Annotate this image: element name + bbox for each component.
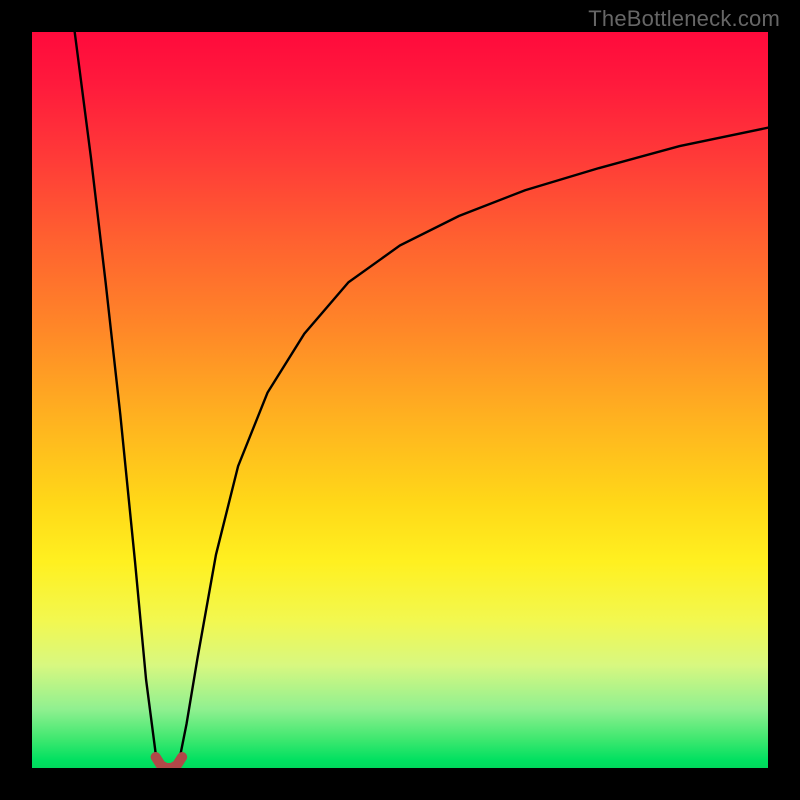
watermark-text: TheBottleneck.com <box>588 6 780 32</box>
chart-frame: TheBottleneck.com <box>0 0 800 800</box>
curve-layer <box>32 32 768 768</box>
series-left-steep <box>75 32 160 768</box>
series-right-asymptote <box>178 128 768 768</box>
valley-marker <box>156 757 182 768</box>
plot-area <box>32 32 768 768</box>
